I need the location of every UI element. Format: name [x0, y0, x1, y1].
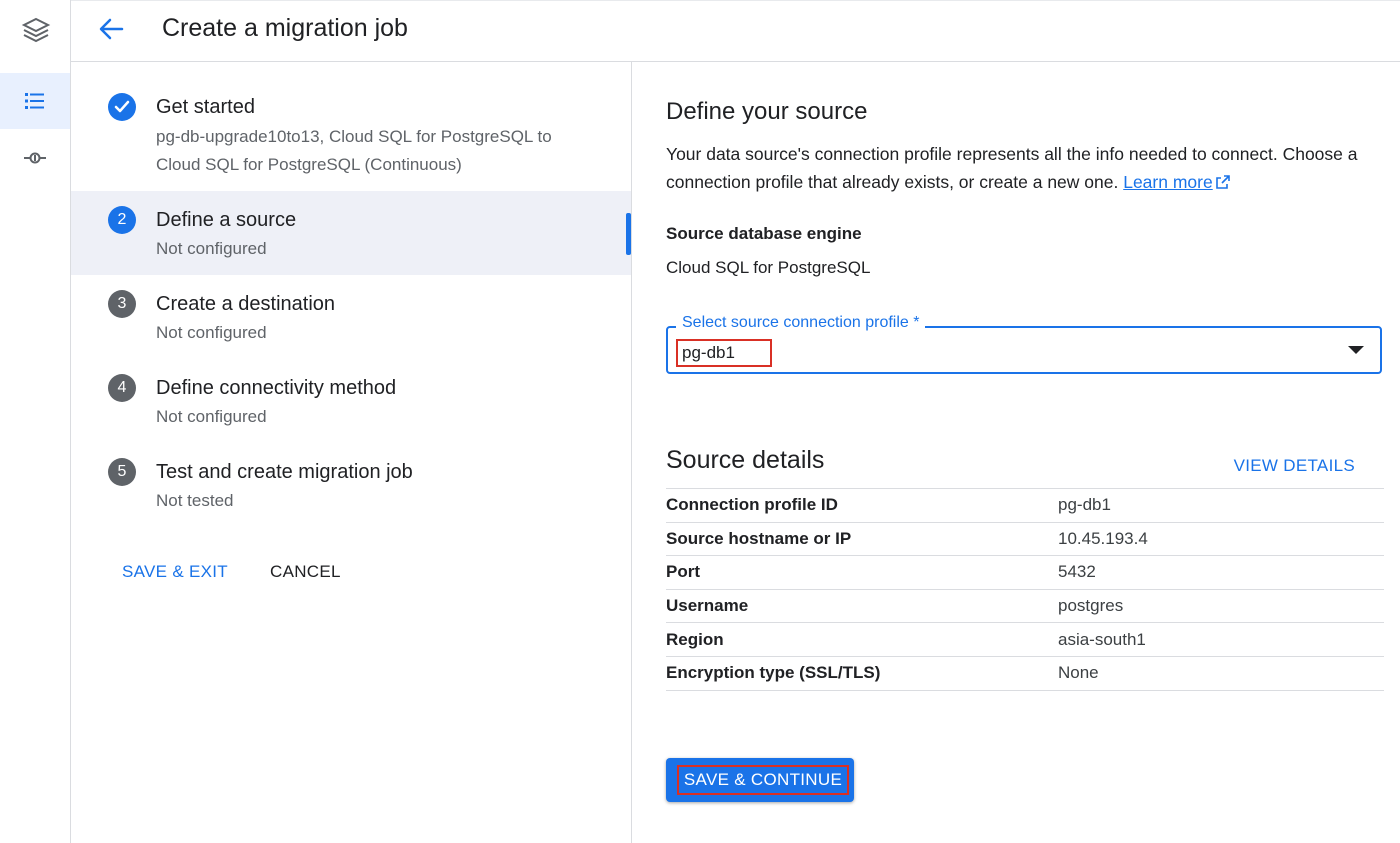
main-content: Define your source Your data source's co…	[632, 62, 1400, 843]
cancel-button[interactable]: CANCEL	[270, 562, 341, 582]
back-arrow-icon[interactable]	[95, 13, 127, 45]
page-title: Create a migration job	[162, 14, 408, 42]
step-title: Create a destination	[156, 293, 336, 315]
save-continue-label: SAVE & CONTINUE	[677, 765, 849, 795]
detail-value: postgres	[1058, 588, 1384, 623]
detail-key: Region	[666, 622, 1058, 657]
detail-value: 5432	[1058, 555, 1384, 590]
step-subtitle: Not tested	[156, 491, 234, 510]
step-number-badge: 5	[108, 458, 136, 486]
database-migration-logo-icon[interactable]	[0, 0, 71, 62]
save-exit-button[interactable]: SAVE & EXIT	[122, 562, 228, 582]
step-test-create[interactable]: 5 Test and create migration job Not test…	[71, 443, 631, 527]
details-heading: Source details	[666, 446, 825, 474]
step-create-destination[interactable]: 3 Create a destination Not configured	[71, 275, 631, 359]
section-heading: Define your source	[666, 98, 868, 125]
step-subtitle: pg-db-upgrade10to13, Cloud SQL for Postg…	[156, 127, 552, 174]
step-number-badge: 3	[108, 290, 136, 318]
step-get-started[interactable]: Get started pg-db-upgrade10to13, Cloud S…	[71, 76, 631, 192]
step-number-badge: 4	[108, 374, 136, 402]
top-bar: Create a migration job	[71, 0, 1400, 62]
step-define-source[interactable]: 2 Define a source Not configured	[71, 191, 631, 275]
table-row: Connection profile ID pg-db1	[666, 488, 1384, 523]
step-subtitle: Not configured	[156, 407, 267, 426]
list-icon[interactable]	[0, 73, 70, 129]
description-text: Your data source's connection profile re…	[666, 144, 1358, 192]
engine-value: Cloud SQL for PostgreSQL	[666, 258, 871, 277]
table-row: Source hostname or IP 10.45.193.4	[666, 521, 1384, 556]
detail-value: asia-south1	[1058, 622, 1384, 657]
detail-key: Username	[666, 588, 1058, 623]
select-value: pg-db1	[676, 339, 772, 367]
detail-key: Source hostname or IP	[666, 521, 1058, 556]
source-profile-select[interactable]: Select source connection profile * pg-db…	[666, 314, 1382, 374]
source-details-table: Connection profile ID pg-db1 Source host…	[666, 488, 1384, 691]
detail-key: Encryption type (SSL/TLS)	[666, 655, 1058, 691]
step-subtitle: Not configured	[156, 239, 267, 258]
detail-key: Port	[666, 555, 1058, 590]
step-title: Get started	[156, 96, 255, 118]
nav-rail	[0, 0, 71, 843]
dropdown-arrow-icon[interactable]	[1348, 346, 1364, 354]
check-icon	[108, 93, 136, 121]
step-number-badge: 2	[108, 206, 136, 234]
step-title: Test and create migration job	[156, 461, 413, 483]
step-title: Define a source	[156, 209, 297, 231]
stepper-panel: Get started pg-db-upgrade10to13, Cloud S…	[71, 62, 632, 843]
step-subtitle: Not configured	[156, 323, 267, 342]
learn-more-link[interactable]: Learn more	[1123, 172, 1213, 192]
select-label: Select source connection profile *	[676, 314, 926, 332]
table-row: Encryption type (SSL/TLS) None	[666, 655, 1384, 691]
view-details-button[interactable]: VIEW DETAILS	[1234, 456, 1355, 476]
save-continue-button[interactable]: SAVE & CONTINUE	[666, 758, 854, 802]
active-step-indicator	[626, 213, 631, 255]
detail-value: pg-db1	[1058, 488, 1384, 523]
step-title: Define connectivity method	[156, 377, 397, 399]
connection-icon[interactable]	[0, 130, 70, 186]
detail-value: 10.45.193.4	[1058, 521, 1384, 556]
step-define-connectivity[interactable]: 4 Define connectivity method Not configu…	[71, 359, 631, 443]
section-description: Your data source's connection profile re…	[666, 140, 1386, 196]
engine-label: Source database engine	[666, 224, 862, 243]
external-link-icon	[1215, 175, 1230, 189]
detail-key: Connection profile ID	[666, 488, 1058, 523]
table-row: Username postgres	[666, 588, 1384, 623]
table-row: Region asia-south1	[666, 622, 1384, 657]
table-row: Port 5432	[666, 555, 1384, 590]
detail-value: None	[1058, 655, 1384, 691]
